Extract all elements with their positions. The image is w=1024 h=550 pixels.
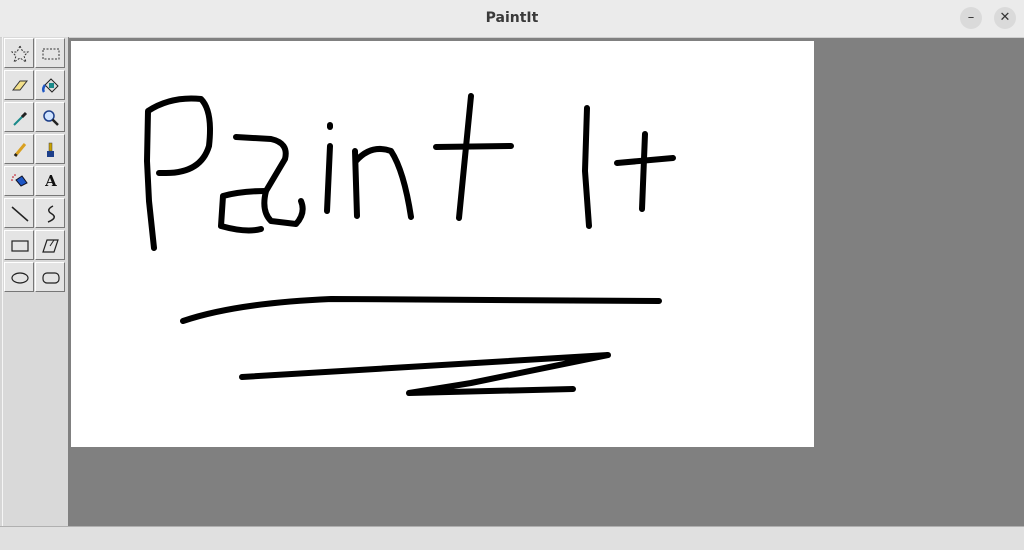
title-bar[interactable]: PaintIt – ✕ bbox=[0, 0, 1024, 38]
eraser-icon bbox=[11, 80, 29, 91]
brush-icon bbox=[47, 142, 54, 157]
tool-curve[interactable] bbox=[35, 198, 65, 228]
stroke-letter-t2-bar bbox=[614, 155, 676, 166]
toolbox: A bbox=[2, 37, 69, 526]
status-bar bbox=[0, 526, 1024, 550]
close-button[interactable]: ✕ bbox=[994, 7, 1016, 29]
tool-color-picker[interactable] bbox=[4, 102, 34, 132]
tool-eraser[interactable] bbox=[4, 70, 34, 100]
text-tool-icon: A bbox=[45, 172, 57, 190]
airbrush-icon bbox=[11, 174, 28, 187]
rectangle-icon bbox=[11, 240, 29, 252]
fill-bucket-icon bbox=[41, 78, 59, 93]
tool-airbrush[interactable] bbox=[4, 166, 34, 196]
tool-free-form-select[interactable] bbox=[4, 38, 34, 68]
stroke-letter-i bbox=[324, 143, 333, 214]
stroke-letter-a-loop bbox=[218, 188, 269, 234]
tool-magnifier[interactable] bbox=[35, 102, 65, 132]
minimize-button[interactable]: – bbox=[960, 7, 982, 29]
window-title: PaintIt bbox=[485, 10, 539, 26]
color-picker-icon bbox=[13, 111, 28, 126]
stroke-letter-t2-stem bbox=[639, 131, 648, 212]
tool-line[interactable] bbox=[4, 198, 34, 228]
stroke-letter-big-i bbox=[582, 105, 592, 229]
workspace bbox=[68, 38, 1024, 526]
tool-fill-bucket[interactable] bbox=[35, 70, 65, 100]
line-icon bbox=[11, 206, 29, 222]
tool-rounded-rectangle[interactable] bbox=[35, 262, 65, 292]
stroke-letter-t1-bar bbox=[433, 143, 514, 150]
tool-rectangle[interactable] bbox=[4, 230, 34, 260]
ellipse-icon bbox=[11, 272, 29, 284]
pencil-icon bbox=[13, 143, 27, 157]
stroke-letter-t1-stem bbox=[456, 93, 474, 221]
stroke-letter-p bbox=[144, 95, 213, 251]
tool-rect-select[interactable] bbox=[35, 38, 65, 68]
free-form-select-icon bbox=[10, 44, 30, 64]
rect-select-icon bbox=[42, 48, 60, 60]
tool-ellipse[interactable] bbox=[4, 262, 34, 292]
stroke-letter-n bbox=[352, 146, 414, 220]
polygon-icon bbox=[42, 239, 59, 253]
tool-polygon[interactable] bbox=[35, 230, 65, 260]
rounded-rectangle-icon bbox=[42, 272, 60, 284]
magnifier-icon bbox=[43, 110, 59, 126]
tool-brush[interactable] bbox=[35, 134, 65, 164]
tool-pencil[interactable] bbox=[4, 134, 34, 164]
paint-window: PaintIt – ✕ A bbox=[0, 0, 1024, 550]
stroke-underline-1 bbox=[180, 296, 662, 324]
stroke-underline-2 bbox=[239, 352, 611, 396]
tool-text[interactable]: A bbox=[35, 166, 65, 196]
curve-icon bbox=[47, 205, 55, 223]
drawing-canvas[interactable] bbox=[71, 41, 814, 447]
stroke-letter-a bbox=[233, 134, 306, 227]
canvas-drawing bbox=[144, 93, 676, 396]
